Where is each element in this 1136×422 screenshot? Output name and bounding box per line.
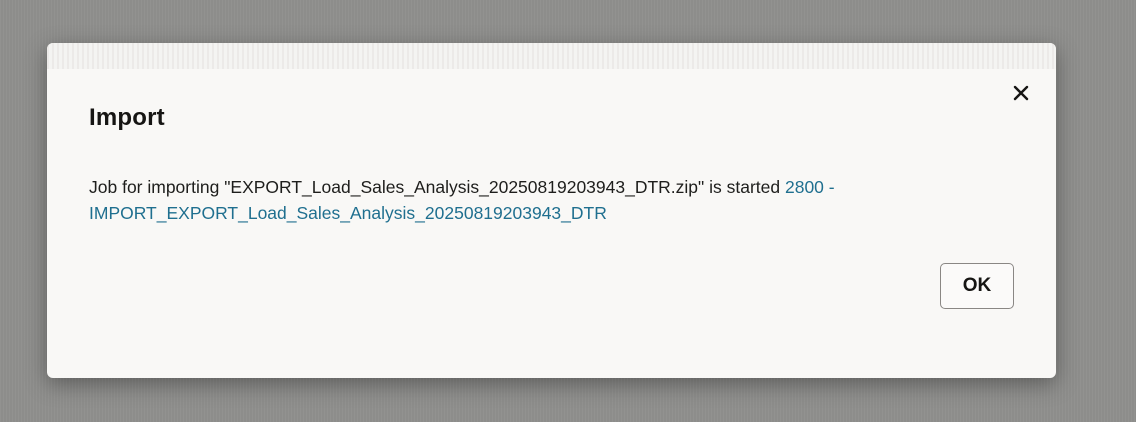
import-dialog: Import Job for importing "EXPORT_Load_Sa… — [47, 43, 1056, 378]
dialog-header-strip — [47, 43, 1056, 69]
dialog-title: Import — [89, 104, 165, 131]
job-link-line2: IMPORT_EXPORT_Load_Sales_Analysis_202508… — [89, 203, 607, 223]
close-button[interactable] — [1005, 79, 1037, 111]
dialog-message: Job for importing "EXPORT_Load_Sales_Ana… — [89, 174, 989, 226]
ok-button[interactable]: OK — [940, 263, 1014, 309]
message-text: Job for importing "EXPORT_Load_Sales_Ana… — [89, 177, 785, 197]
close-icon — [1013, 85, 1029, 106]
job-link-line1: 2800 - — [784, 177, 835, 197]
